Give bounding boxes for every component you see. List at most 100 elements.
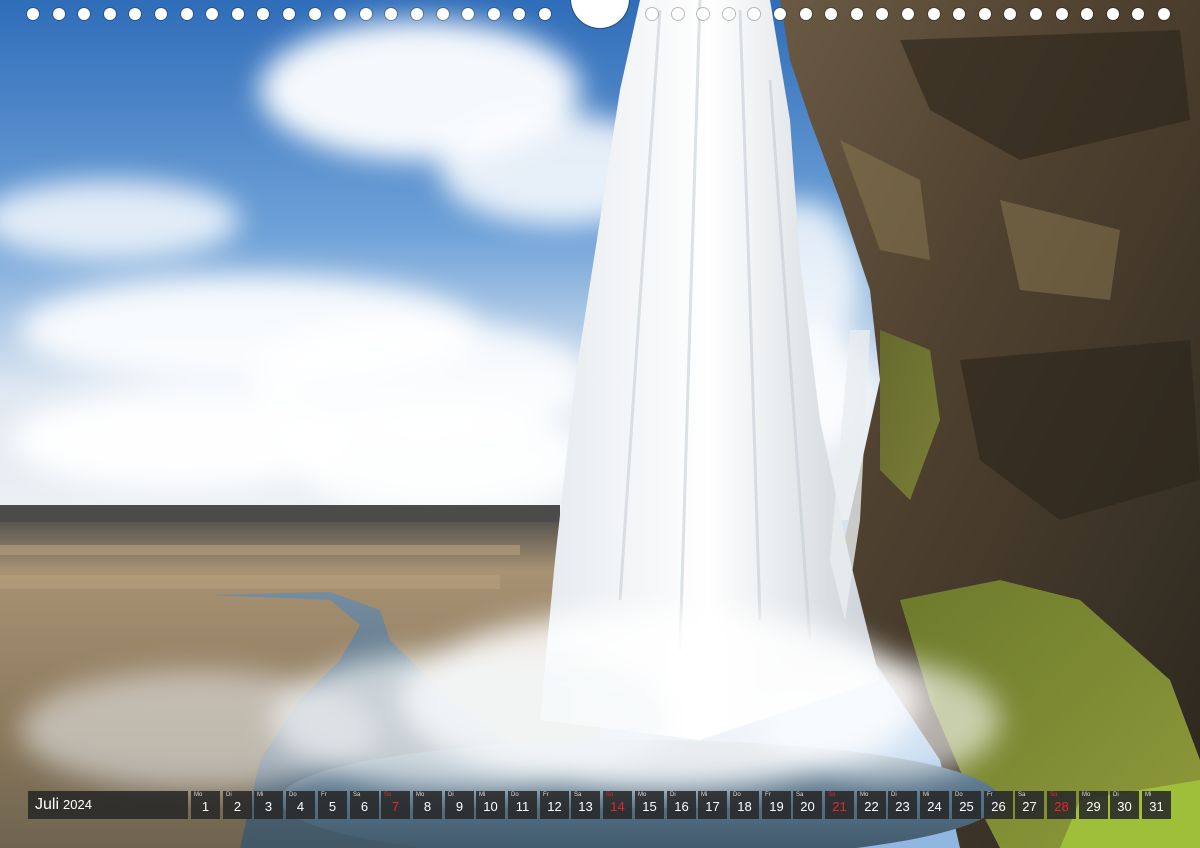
binding-hole: [953, 8, 965, 20]
day-number: 6: [360, 799, 369, 814]
binding-hole: [928, 8, 940, 20]
day-number: 4: [296, 799, 305, 814]
day-number: 11: [515, 799, 530, 814]
binding-hole: [539, 8, 551, 20]
day-cell: Do 18: [730, 791, 759, 819]
weekday-label: Fr: [321, 792, 327, 798]
binding-hole: [385, 8, 397, 20]
binding-hole: [723, 8, 735, 20]
weekday-label: Fr: [765, 792, 771, 798]
weekday-label: So: [606, 792, 614, 798]
binding-hole: [672, 8, 684, 20]
day-number: 17: [705, 799, 720, 814]
day-cell: Do 25: [952, 791, 981, 819]
day-cell: Di 30: [1110, 791, 1139, 819]
binding-hole: [1056, 8, 1068, 20]
day-number: 29: [1086, 799, 1101, 814]
binding-hole: [283, 8, 295, 20]
weekday-label: Sa: [1018, 792, 1026, 798]
binding-hole: [155, 8, 167, 20]
day-number: 5: [328, 799, 337, 814]
weekday-label: Do: [289, 792, 297, 798]
day-cell: Mi 3: [254, 791, 283, 819]
binding-hole: [206, 8, 218, 20]
day-cell: Di 9: [445, 791, 474, 819]
weekday-label: Mi: [923, 792, 930, 798]
day-cell: Sa 20: [793, 791, 822, 819]
day-cell: Do 4: [286, 791, 315, 819]
day-cell: Di 2: [223, 791, 252, 819]
weekday-label: Mo: [194, 792, 203, 798]
weekday-label: Sa: [353, 792, 361, 798]
day-number: 2: [233, 799, 242, 814]
binding-hole: [181, 8, 193, 20]
binding-hole: [1030, 8, 1042, 20]
binding-hole: [1004, 8, 1016, 20]
binding-hole: [1158, 8, 1170, 20]
day-number: 21: [832, 799, 847, 814]
day-number: 3: [264, 799, 273, 814]
binding-hole: [1107, 8, 1119, 20]
weekday-label: Mo: [638, 792, 647, 798]
weekday-label: Mi: [1145, 792, 1152, 798]
weekday-label: So: [384, 792, 392, 798]
binding-hole: [902, 8, 914, 20]
day-number: 16: [674, 799, 689, 814]
day-number: 1: [201, 799, 210, 814]
binding-hole: [513, 8, 525, 20]
day-cell: So 14: [603, 791, 632, 819]
weekday-label: Mo: [860, 792, 869, 798]
day-cell: Fr 19: [762, 791, 791, 819]
weekday-label: Di: [448, 792, 454, 798]
binding-hole: [334, 8, 346, 20]
day-cell: Mo 8: [413, 791, 442, 819]
weekday-label: Do: [955, 792, 963, 798]
binding-hole: [876, 8, 888, 20]
day-cell: Mi 17: [698, 791, 727, 819]
day-number: 27: [1022, 799, 1037, 814]
day-cell: Mi 24: [920, 791, 949, 819]
day-cell: Fr 26: [984, 791, 1013, 819]
weekday-label: Do: [511, 792, 519, 798]
day-cell: Mo 29: [1079, 791, 1108, 819]
binding-hole: [851, 8, 863, 20]
weekday-label: So: [828, 792, 836, 798]
day-number: 9: [455, 799, 464, 814]
weekday-label: Di: [891, 792, 897, 798]
binding-hole: [104, 8, 116, 20]
day-number: 30: [1117, 799, 1132, 814]
day-number: 15: [642, 799, 657, 814]
day-number: 14: [610, 799, 625, 814]
binding-hole: [309, 8, 321, 20]
weekday-label: Fr: [987, 792, 993, 798]
day-number: 19: [769, 799, 784, 814]
day-number: 13: [578, 799, 593, 814]
month-name: Juli: [35, 796, 60, 813]
weekday-label: Di: [1113, 792, 1119, 798]
weekday-label: Mi: [257, 792, 264, 798]
day-cell: Mi 31: [1142, 791, 1171, 819]
weekday-label: Mo: [416, 792, 425, 798]
weekday-label: Mi: [479, 792, 486, 798]
landscape-photo: [0, 0, 1200, 848]
day-number: 7: [391, 799, 400, 814]
weekday-label: Di: [226, 792, 232, 798]
day-cell: Mo 1: [191, 791, 220, 819]
weekday-label: Do: [733, 792, 741, 798]
binding-hole: [774, 8, 786, 20]
day-number: 26: [991, 799, 1006, 814]
day-number: 28: [1054, 799, 1069, 814]
weekday-label: Sa: [796, 792, 804, 798]
binding-hole: [129, 8, 141, 20]
weekday-label: Fr: [543, 792, 549, 798]
day-number: 25: [959, 799, 974, 814]
day-number: 8: [423, 799, 432, 814]
day-number: 10: [483, 799, 498, 814]
day-cell: Fr 5: [318, 791, 347, 819]
day-number: 24: [927, 799, 942, 814]
day-number: 20: [800, 799, 815, 814]
weekday-label: So: [1050, 792, 1058, 798]
binding-hole: [646, 8, 658, 20]
day-number: 22: [864, 799, 879, 814]
day-cell: Mo 22: [857, 791, 886, 819]
